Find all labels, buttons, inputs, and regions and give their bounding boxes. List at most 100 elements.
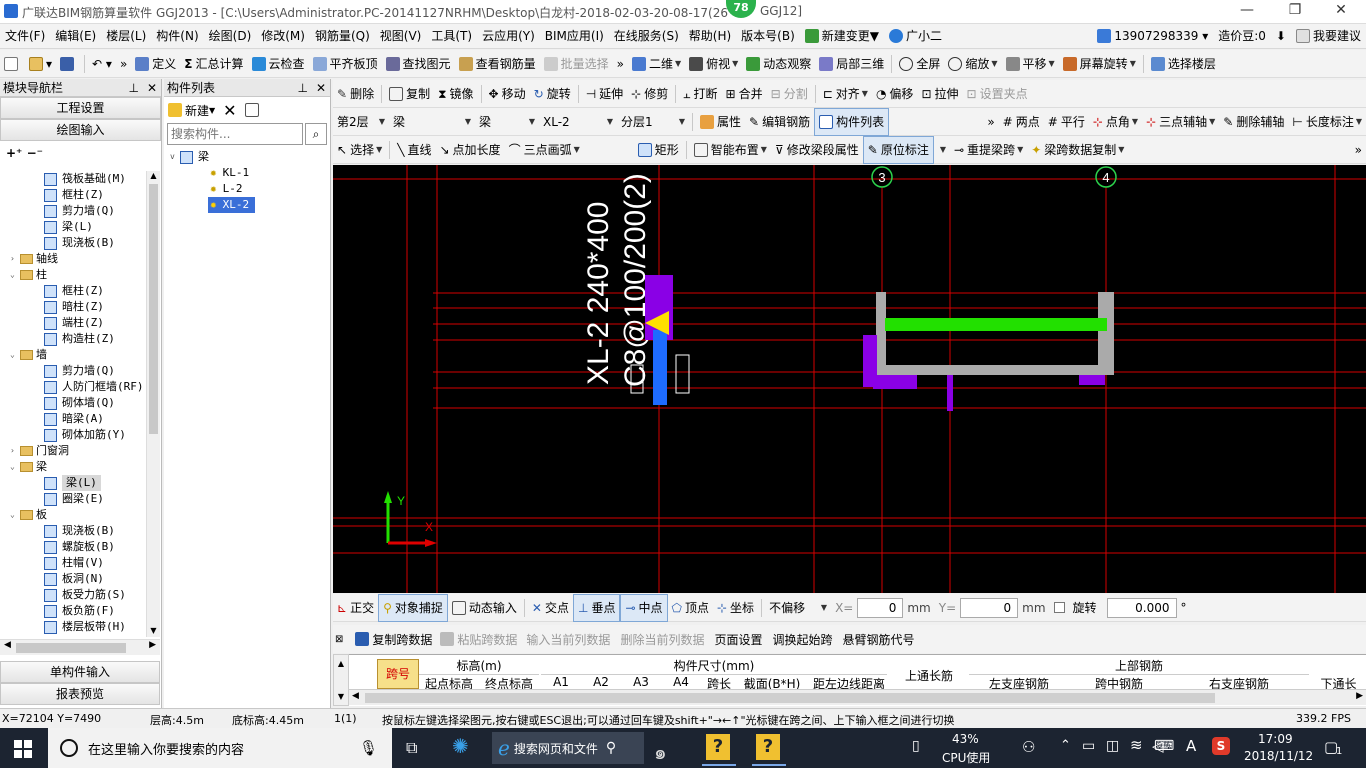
clock-time[interactable]: 17:09 [1258, 732, 1293, 746]
in-situ-annotation-button[interactable]: ✎ 原位标注 [862, 135, 934, 164]
find-element-button[interactable]: 查找图元 [382, 51, 455, 77]
tree-hscrollbar[interactable]: ◀ ▶ [0, 639, 160, 655]
menu-rebar[interactable]: 钢筋量(Q) [310, 24, 375, 49]
properties-button[interactable]: 属性 [696, 109, 745, 135]
pin-icon[interactable]: ⬇ [1271, 24, 1291, 49]
menu-draw[interactable]: 绘图(D) [204, 24, 257, 49]
rotate-button[interactable]: ↻ 旋转 [530, 81, 575, 107]
component-item-kl1[interactable]: ✹ KL-1 [164, 165, 330, 181]
rectangle-button[interactable]: 矩形 [634, 137, 683, 163]
tree-item[interactable]: 砌体加筋(Y) [0, 427, 146, 443]
pan-dropdown[interactable]: 平移 ▼ [1002, 51, 1059, 77]
beam-blue-segment[interactable] [653, 330, 667, 405]
flush-slab-top-button[interactable]: 平齐板顶 [309, 51, 382, 77]
hscroll-thumb[interactable] [16, 643, 126, 653]
ime-indicator[interactable]: A [1186, 737, 1196, 755]
component-item-xl2[interactable]: ✹ XL-2 [164, 197, 330, 213]
people-icon[interactable]: ⚇ [1022, 738, 1035, 756]
chevron-right-icon[interactable]: › [10, 443, 20, 459]
tree-item[interactable]: 板洞(N) [0, 571, 146, 587]
tree-expand-collapse[interactable]: +⁺ −⁻ [0, 141, 161, 165]
chevron-down-icon[interactable]: ⌄ [10, 267, 20, 283]
ggj-app-icon-2[interactable]: ? [756, 734, 780, 760]
screen-rotate-dropdown[interactable]: 屏幕旋转 ▼ [1059, 51, 1140, 77]
type1-select[interactable]: 梁 ▼ [389, 109, 475, 135]
tree-item[interactable]: 剪力墙(Q) [0, 363, 146, 379]
tree-item[interactable]: 现浇板(B) [0, 523, 146, 539]
tree-item[interactable]: 构造柱(Z) [0, 331, 146, 347]
pin-icon[interactable]: ⊥ [128, 79, 138, 97]
tree-item[interactable]: 暗梁(A) [0, 411, 146, 427]
scroll-up-icon[interactable]: ▲ [334, 659, 348, 668]
smart-layout-dropdown[interactable]: 智能布置 ▼ [690, 137, 771, 163]
align-dropdown[interactable]: ⊏ 对齐 ▼ [819, 81, 872, 107]
scroll-thumb[interactable] [149, 184, 158, 434]
collapse-all-icon[interactable]: −⁻ [27, 146, 43, 160]
report-preview-button[interactable]: 报表预览 [0, 683, 160, 705]
select-floor-button[interactable]: 选择楼层 [1147, 51, 1220, 77]
network-icon[interactable]: ◫ [1106, 738, 1119, 754]
layer-select[interactable]: 分层1 ▼ [617, 109, 689, 135]
tree-item[interactable]: 板负筋(F) [0, 603, 146, 619]
new-component-button[interactable]: 新建 ▼ [168, 102, 215, 119]
fullscreen-button[interactable]: 全屏 [895, 51, 944, 77]
magenta-block[interactable] [947, 375, 953, 411]
tree-item[interactable]: 楼层板带(H) [0, 619, 146, 635]
delete-column-data-button[interactable]: 删除当前列数据 [615, 631, 709, 648]
menu-tools[interactable]: 工具(T) [426, 24, 477, 49]
chevron-right-icon[interactable]: › [10, 251, 20, 267]
span-data-copy-button[interactable]: ✦ 梁跨数据复制 ▼ [1027, 137, 1128, 163]
taskbar-overflow-icon[interactable]: ▯ [912, 738, 920, 754]
tree-item[interactable]: 筏板基础(M) [0, 171, 146, 187]
dynamic-input-toggle[interactable]: 动态输入 [448, 595, 521, 621]
menu-version[interactable]: 版本号(B) [736, 24, 800, 49]
menu-guang-xiaoer[interactable]: 广小二 [884, 24, 947, 49]
menu-online[interactable]: 在线服务(S) [609, 24, 684, 49]
app-pinwheel-icon[interactable]: ✺ [452, 734, 469, 758]
local-3d-button[interactable]: 局部三维 [815, 51, 888, 77]
tray-up-icon[interactable]: ⌃ [1060, 738, 1071, 753]
scroll-left-icon[interactable]: ◀ [352, 691, 359, 701]
page-setup-button[interactable]: 页面设置 [709, 631, 767, 648]
re-extract-span-button[interactable]: ⊸ 重提梁跨 ▼ [950, 137, 1027, 163]
menu-view[interactable]: 视图(V) [375, 24, 427, 49]
slab-bottom[interactable] [876, 365, 1114, 375]
restore-icon[interactable]: ❐ [1272, 2, 1318, 22]
tree-folder[interactable]: ⌄ 梁 [0, 459, 146, 475]
break-button[interactable]: ⫠ 打断 [679, 81, 721, 107]
search-icon[interactable]: ⌕ [305, 123, 327, 145]
parallel-button[interactable]: # 平行 [1044, 109, 1089, 135]
tree-folder[interactable]: › 轴线 [0, 251, 146, 267]
point-length-button[interactable]: ↘ 点加长度 [435, 137, 504, 163]
extend-button[interactable]: ⊣ 延伸 [582, 81, 627, 107]
snap-midpoint[interactable]: ⊸ 中点 [620, 593, 668, 622]
tree-folder[interactable]: ⌄ 板 [0, 507, 146, 523]
tree-folder[interactable]: ⌄ 墙 [0, 347, 146, 363]
minimize-icon[interactable]: — [1224, 2, 1270, 22]
wall-right[interactable] [1098, 292, 1114, 372]
more-chevron-icon[interactable]: » [116, 51, 131, 77]
microphone-icon[interactable]: 🎙 [359, 739, 378, 757]
view-rebar-qty-button[interactable]: 查看钢筋量 [455, 51, 540, 77]
wall-left[interactable] [876, 292, 886, 372]
close-icon[interactable]: ✕ [147, 79, 157, 97]
taskbar-search-box[interactable]: 在这里输入你要搜索的内容 🎙 [48, 728, 392, 768]
mirror-button[interactable]: ⧗ 镜像 [434, 81, 477, 107]
chevron-down-icon[interactable]: ⌄ [10, 507, 20, 523]
drawing-input-button[interactable]: 绘图输入 [0, 119, 161, 141]
notification-badge[interactable]: 78 [726, 0, 756, 18]
ortho-toggle[interactable]: ⊾ 正交 [333, 595, 378, 621]
define-button[interactable]: 定义 [131, 51, 180, 77]
three-point-axis-dropdown[interactable]: ⊹ 三点辅轴 ▼ [1142, 109, 1219, 135]
menu-cloud[interactable]: 云应用(Y) [477, 24, 540, 49]
rotate-checkbox[interactable] [1053, 602, 1065, 613]
point-angle-dropdown[interactable]: ⊹ 点角 ▼ [1089, 109, 1142, 135]
grid-hscroll-thumb[interactable] [365, 693, 1215, 703]
menu-floor[interactable]: 楼层(L) [101, 24, 151, 49]
project-settings-button[interactable]: 工程设置 [0, 97, 161, 119]
delete-button[interactable]: ✎ 删除 [333, 81, 378, 107]
set-grip-button[interactable]: ⊡ 设置夹点 [963, 81, 1032, 107]
trim-button[interactable]: ⊹ 修剪 [627, 81, 672, 107]
in-situ-dropdown[interactable]: ▼ [934, 137, 950, 163]
line-button[interactable]: ╲ 直线 [393, 137, 435, 163]
